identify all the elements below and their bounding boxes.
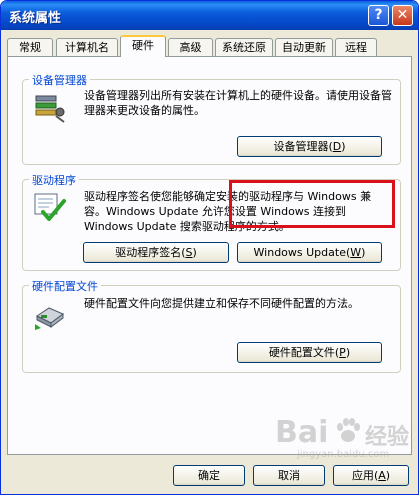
hardware-profiles-button-label: 硬件配置文件 (268, 346, 335, 359)
tab-computer-name[interactable]: 计算机名 (56, 38, 118, 57)
device-manager-button-label: 设备管理器 (273, 140, 329, 153)
apply-button[interactable]: 应用(A) (333, 465, 409, 486)
device-manager-button-key: D (332, 140, 342, 153)
device-manager-icon (33, 90, 67, 124)
hardware-profiles-button-key: P (339, 346, 346, 359)
device-manager-description: 设备管理器列出所有安装在计算机上的硬件设备。请使用设备管理器来更改设备的属性。 (84, 89, 392, 117)
hardware-profiles-button[interactable]: 硬件配置文件(P) (237, 342, 382, 363)
question-icon: ? (374, 7, 383, 23)
cancel-button[interactable]: 取消 (253, 465, 325, 486)
help-button[interactable]: ? (368, 5, 389, 26)
tab-remote[interactable]: 远程 (335, 38, 377, 57)
driver-signing-button[interactable]: 驱动程序签名(S) (83, 242, 229, 263)
hardware-tab-panel: 设备管理器 设备管理器列出所有安装在计算机上的硬件设备。请使用设备管理器来更改设… (7, 56, 412, 455)
apply-button-key: A (378, 469, 386, 482)
windows-update-button-key: W (350, 246, 362, 259)
hardware-profile-icon (33, 298, 67, 332)
device-manager-button[interactable]: 设备管理器(D) (237, 136, 382, 157)
title-bar[interactable]: 系统属性 ? ✕ (1, 1, 418, 30)
apply-button-label: 应用 (351, 469, 374, 482)
hardware-profiles-group-title: 硬件配置文件 (29, 278, 101, 294)
tab-general[interactable]: 常规 (7, 38, 53, 57)
tab-automatic-updates[interactable]: 自动更新 (275, 38, 333, 57)
windows-update-button-label: Windows Update (253, 246, 346, 259)
hardware-profiles-description: 硬件配置文件向您提供建立和保存不同硬件配置的方法。 (84, 297, 359, 310)
device-manager-group: 设备管理器 设备管理器列出所有安装在计算机上的硬件设备。请使用设备管理器来更改设… (22, 72, 401, 165)
window-title: 系统属性 (9, 11, 62, 26)
device-manager-group-title: 设备管理器 (29, 72, 90, 88)
tab-hardware[interactable]: 硬件 (120, 35, 166, 57)
ok-button[interactable]: 确定 (173, 465, 245, 486)
system-properties-window: 系统属性 ? ✕ 常规 计算机名 硬件 高级 系统还原 自动更新 远程 设备管理… (0, 0, 419, 495)
watermark-url: jingyan.baidu.com (297, 449, 390, 460)
driver-signing-icon (33, 190, 67, 224)
watermark-brand: Bai (275, 415, 329, 450)
baidu-watermark: Bai 经验 jingyan.baidu.com (251, 415, 418, 465)
paw-icon (335, 417, 361, 448)
close-icon: ✕ (396, 7, 409, 23)
driver-signing-button-label: 驱动程序签名 (115, 246, 182, 259)
hardware-profiles-group: 硬件配置文件 硬件配置文件向您提供建立和保存不同硬件配置的方法。 硬件配置文件(… (22, 278, 401, 373)
driver-signing-button-key: S (185, 246, 193, 259)
tab-system-restore[interactable]: 系统还原 (215, 38, 273, 57)
red-highlight-box (229, 180, 395, 228)
close-button[interactable]: ✕ (392, 5, 413, 26)
watermark-brand-cn: 经验 (365, 425, 410, 450)
drivers-group-title: 驱动程序 (29, 172, 79, 188)
windows-update-button[interactable]: Windows Update(W) (237, 242, 382, 263)
tab-advanced[interactable]: 高级 (168, 38, 213, 57)
